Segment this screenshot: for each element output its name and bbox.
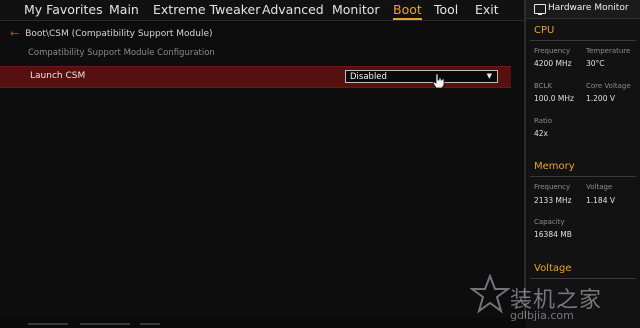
bclk-label: BCLK — [534, 82, 553, 90]
tab-monitor[interactable]: Monitor — [332, 2, 380, 17]
capacity-value: 16384 MB — [534, 230, 572, 239]
tab-exit[interactable]: Exit — [475, 2, 499, 17]
cpu-temperature-value: 30°C — [586, 59, 605, 68]
dropdown-value: Disabled — [350, 72, 387, 82]
cpu-heading: CPU — [534, 25, 555, 36]
cpu-temperature-label: Temperature — [586, 47, 631, 55]
memory-voltage-value: 1.184 V — [586, 196, 615, 205]
ratio-value: 42x — [534, 129, 548, 138]
capacity-label: Capacity — [534, 218, 565, 226]
tab-main[interactable]: Main — [109, 2, 139, 17]
monitor-icon — [534, 4, 546, 15]
status-segment — [140, 323, 160, 325]
memory-divider — [530, 176, 636, 177]
hand-cursor-icon — [432, 73, 445, 89]
memory-frequency-value: 2133 MHz — [534, 196, 572, 205]
tab-advanced[interactable]: Advanced — [262, 2, 324, 17]
tab-tool[interactable]: Tool — [434, 2, 458, 17]
memory-voltage-label: Voltage — [586, 183, 613, 191]
memory-frequency-label: Frequency — [534, 183, 571, 191]
watermark: 装机之家 gdlbjia.com — [470, 268, 640, 328]
core-voltage-label: Core Voltage — [586, 82, 631, 90]
watermark-url: gdlbjia.com — [510, 309, 574, 322]
tab-boot[interactable]: Boot — [393, 2, 422, 20]
memory-heading: Memory — [534, 161, 575, 172]
hardware-monitor-header: Hardware Monitor — [526, 0, 640, 19]
star-logo-icon — [470, 274, 510, 314]
core-voltage-value: 1.200 V — [586, 94, 615, 103]
status-segment — [80, 323, 130, 325]
setting-label: Launch CSM — [30, 71, 86, 81]
cpu-frequency-value: 4200 MHz — [534, 59, 572, 68]
bclk-value: 100.0 MHz — [534, 94, 574, 103]
status-segment — [28, 323, 68, 325]
cpu-divider — [530, 40, 636, 41]
tab-extreme-tweaker[interactable]: Extreme Tweaker — [153, 2, 260, 17]
ratio-label: Ratio — [534, 117, 552, 125]
top-navigation: My Favorites Main Extreme Tweaker Advanc… — [0, 0, 526, 21]
section-subtitle: Compatibility Support Module Configurati… — [28, 48, 215, 58]
launch-csm-dropdown[interactable]: Disabled ▼ — [345, 70, 498, 83]
bottom-status-bar — [0, 318, 526, 328]
cpu-frequency-label: Frequency — [534, 47, 571, 55]
breadcrumb-path: Boot\CSM (Compatibility Support Module) — [25, 29, 213, 39]
back-arrow-icon[interactable]: ← — [10, 27, 19, 40]
breadcrumb: ← Boot\CSM (Compatibility Support Module) — [10, 27, 213, 40]
hardware-monitor-title: Hardware Monitor — [548, 3, 629, 13]
tab-my-favorites[interactable]: My Favorites — [24, 2, 103, 17]
chevron-down-icon: ▼ — [486, 72, 492, 80]
